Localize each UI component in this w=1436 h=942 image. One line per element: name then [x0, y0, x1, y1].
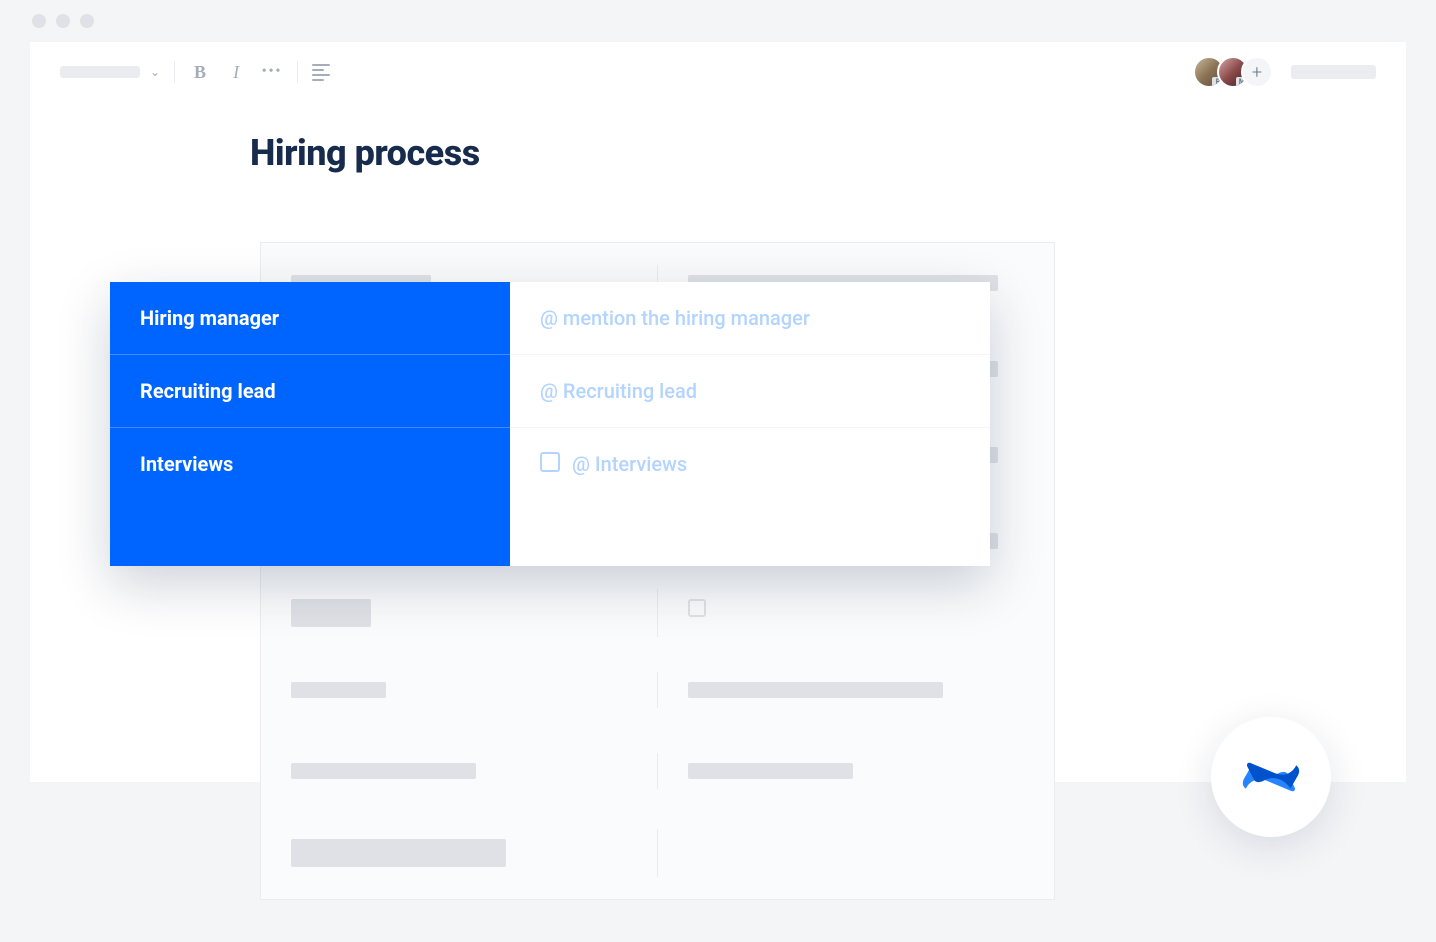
bold-button[interactable]: B — [189, 62, 211, 83]
checkbox-icon[interactable] — [540, 452, 560, 472]
align-button[interactable] — [312, 64, 330, 81]
overlay-label-interviews: Interviews — [110, 428, 510, 566]
overlay-input-hiring-manager[interactable]: @ mention the hiring manager — [510, 282, 990, 355]
mention-placeholder: @ Recruiting lead — [540, 379, 697, 403]
mention-placeholder: @ Interviews — [572, 452, 687, 476]
page-title: Hiring process — [250, 132, 1406, 174]
confluence-icon — [1240, 746, 1302, 808]
editor-content: ⌄ B I ••• R M — [30, 42, 1406, 782]
overlay-label-hiring-manager: Hiring manager — [110, 282, 510, 355]
traffic-light-minimize[interactable] — [56, 14, 70, 28]
browser-window: ⌄ B I ••• R M — [10, 0, 1426, 942]
editor-toolbar: ⌄ B I ••• R M — [30, 42, 1406, 102]
overlay-labels-column: Hiring manager Recruiting lead Interview… — [110, 282, 510, 566]
confluence-logo — [1211, 717, 1331, 837]
toolbar-style-selector[interactable]: ⌄ — [60, 65, 160, 79]
overlay-input-recruiting-lead[interactable]: @ Recruiting lead — [510, 355, 990, 428]
style-placeholder — [60, 66, 140, 78]
italic-button[interactable]: I — [225, 62, 247, 83]
overlay-input-interviews[interactable]: @ Interviews — [510, 428, 990, 566]
overlay-values-column: @ mention the hiring manager @ Recruitin… — [510, 282, 990, 566]
traffic-light-close[interactable] — [32, 14, 46, 28]
collaborator-avatars: R M + — [1201, 56, 1273, 88]
chevron-down-icon: ⌄ — [150, 65, 160, 79]
mention-placeholder: @ mention the hiring manager — [540, 306, 810, 330]
mention-overlay-table: Hiring manager Recruiting lead Interview… — [110, 282, 990, 566]
more-formatting-button[interactable]: ••• — [261, 64, 283, 80]
overlay-label-recruiting-lead: Recruiting lead — [110, 355, 510, 428]
toolbar-action-placeholder — [1291, 65, 1376, 79]
browser-titlebar — [10, 0, 1426, 42]
traffic-light-maximize[interactable] — [80, 14, 94, 28]
toolbar-divider — [174, 61, 175, 83]
toolbar-divider — [297, 61, 298, 83]
add-collaborator-button[interactable]: + — [1241, 56, 1273, 88]
